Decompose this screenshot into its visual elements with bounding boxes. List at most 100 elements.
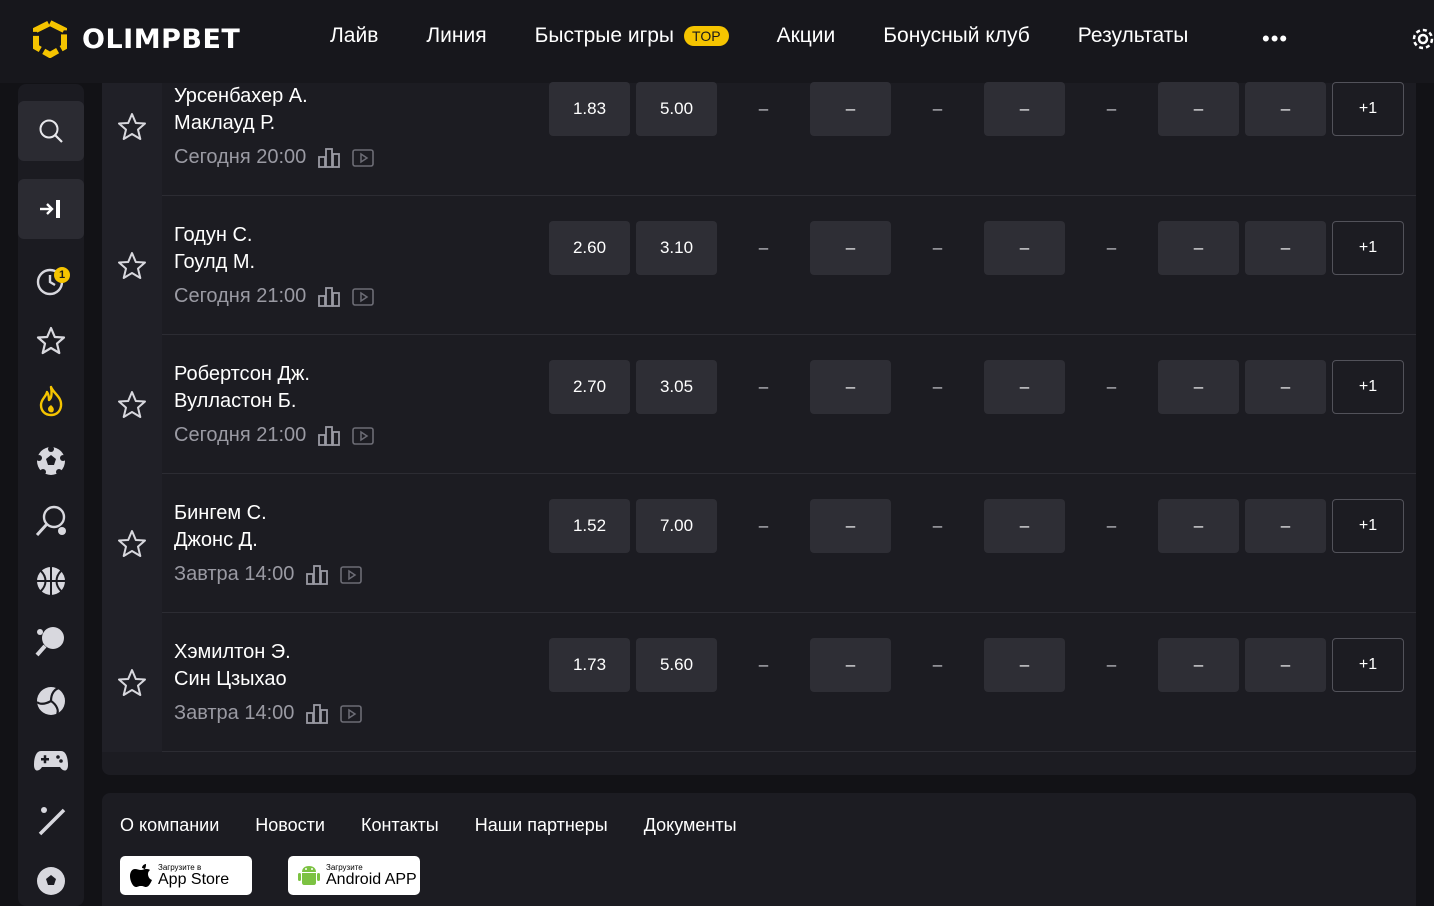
statistics-icon[interactable] — [306, 703, 329, 724]
odds-button[interactable]: – — [1158, 360, 1239, 414]
android-big: Android APP — [326, 871, 417, 888]
tennis-icon — [35, 505, 66, 537]
more-markets-button[interactable]: +1 — [1332, 82, 1404, 136]
favorite-star-button[interactable] — [102, 335, 162, 474]
odds-button[interactable]: – — [984, 499, 1065, 553]
event-time: Сегодня 20:00 — [174, 146, 307, 168]
odds-button[interactable]: 1.83 — [549, 82, 630, 136]
odds-button[interactable]: – — [810, 360, 891, 414]
sidebar-basketball-button[interactable] — [18, 551, 84, 611]
more-markets-button[interactable]: +1 — [1332, 360, 1404, 414]
event-players[interactable]: Робертсон Дж. Вулластон Б. — [174, 361, 310, 415]
olimpbet-logo[interactable]: OLIMPBET — [30, 20, 240, 58]
sidebar-login-button[interactable] — [18, 179, 84, 239]
more-markets-button[interactable]: +1 — [1332, 638, 1404, 692]
more-markets-button[interactable]: +1 — [1332, 221, 1404, 275]
odds-button[interactable]: – — [1245, 82, 1326, 136]
footer-link-about[interactable]: О компании — [120, 815, 219, 836]
odds-button[interactable]: 5.60 — [636, 638, 717, 692]
odds-button[interactable]: – — [984, 638, 1065, 692]
odds-button[interactable]: – — [810, 82, 891, 136]
footer-link-contacts[interactable]: Контакты — [361, 815, 439, 836]
event-row: Бингем С. Джонс Д. Завтра 14:00 1.52 7.00… — [102, 474, 1416, 613]
odds-button[interactable]: 3.10 — [636, 221, 717, 275]
esports-gamepad-icon — [34, 751, 68, 771]
sidebar-search-button[interactable] — [18, 101, 84, 161]
nav-fast-games[interactable]: Быстрые игры TOP — [535, 24, 729, 48]
odds-button[interactable]: – — [1158, 638, 1239, 692]
hockey-icon — [38, 807, 66, 836]
nav-promotions[interactable]: Акции — [777, 24, 836, 48]
soccer-ball-icon — [37, 867, 65, 895]
odds-button[interactable]: – — [1245, 638, 1326, 692]
video-play-icon[interactable] — [352, 148, 375, 167]
sidebar-esports-button[interactable] — [18, 731, 84, 791]
player-1-name: Хэмилтон Э. — [174, 641, 291, 663]
favorite-star-button[interactable] — [102, 474, 162, 613]
odds-button[interactable]: – — [810, 221, 891, 275]
favorite-star-button[interactable] — [102, 196, 162, 335]
sidebar-football-button[interactable] — [18, 431, 84, 491]
sidebar-volleyball-button[interactable] — [18, 671, 84, 731]
nav-results[interactable]: Результаты — [1078, 24, 1189, 48]
odds-button[interactable]: – — [1245, 499, 1326, 553]
odds-button[interactable]: – — [984, 221, 1065, 275]
statistics-icon[interactable] — [318, 286, 341, 307]
statistics-icon[interactable] — [318, 425, 341, 446]
event-row: Робертсон Дж. Вулластон Б. Сегодня 21:00… — [102, 335, 1416, 474]
statistics-icon[interactable] — [318, 147, 341, 168]
sidebar-popular-button[interactable] — [18, 371, 84, 431]
gear-icon[interactable] — [1408, 24, 1434, 54]
video-play-icon[interactable] — [352, 426, 375, 445]
odds-button[interactable]: – — [1245, 360, 1326, 414]
star-icon — [36, 326, 66, 355]
more-menu-button[interactable]: ••• — [1262, 26, 1288, 52]
footer-link-partners[interactable]: Наши партнеры — [475, 815, 608, 836]
footer-link-documents[interactable]: Документы — [644, 815, 737, 836]
sidebar-table-tennis-button[interactable] — [18, 611, 84, 671]
statistics-icon[interactable] — [306, 564, 329, 585]
nav-results-label: Результаты — [1077, 24, 1189, 47]
sidebar-live-button[interactable]: 1 — [18, 251, 84, 311]
sidebar-favorites-button[interactable] — [18, 311, 84, 371]
event-players[interactable]: Хэмилтон Э. Син Цзыхао — [174, 639, 291, 693]
event-players[interactable]: Урсенбахер А. Маклауд Р. — [174, 83, 308, 137]
odds-button[interactable]: – — [810, 499, 891, 553]
event-row: Хэмилтон Э. Син Цзыхао Завтра 14:00 1.73… — [102, 613, 1416, 752]
odds-button[interactable]: 1.52 — [549, 499, 630, 553]
video-play-icon[interactable] — [340, 565, 363, 584]
video-play-icon[interactable] — [352, 287, 375, 306]
odds-button[interactable]: – — [984, 360, 1065, 414]
nav-live[interactable]: Лайв — [330, 24, 378, 48]
player-1-name: Бингем С. — [174, 502, 267, 524]
nav-line[interactable]: Линия — [426, 24, 486, 48]
odds-button[interactable]: – — [1158, 499, 1239, 553]
sidebar-hockey-button[interactable] — [18, 791, 84, 851]
odds-button[interactable]: 1.73 — [549, 638, 630, 692]
app-store-button[interactable]: Загрузите в App Store — [120, 856, 252, 895]
odds-button[interactable]: – — [1158, 221, 1239, 275]
odds-button[interactable]: – — [810, 638, 891, 692]
odds-button[interactable]: 3.05 — [636, 360, 717, 414]
favorite-star-button[interactable] — [102, 83, 162, 196]
favorite-star-button[interactable] — [102, 613, 162, 752]
odds-button[interactable]: 2.60 — [549, 221, 630, 275]
volleyball-icon — [36, 686, 65, 715]
odds-button[interactable]: 2.70 — [549, 360, 630, 414]
video-play-icon[interactable] — [340, 704, 363, 723]
nav-bonus-club[interactable]: Бонусный клуб — [883, 24, 1030, 48]
odds-button[interactable]: – — [984, 82, 1065, 136]
odds-button[interactable]: – — [1245, 221, 1326, 275]
android-app-button[interactable]: Загрузите Android APP — [288, 856, 420, 895]
sport-sidebar: 1 — [18, 84, 84, 906]
odds-button[interactable]: 5.00 — [636, 82, 717, 136]
sidebar-soccer-button[interactable] — [18, 851, 84, 906]
odds-button[interactable]: 7.00 — [636, 499, 717, 553]
event-players[interactable]: Бингем С. Джонс Д. — [174, 500, 267, 554]
event-players[interactable]: Годун С. Гоулд М. — [174, 222, 255, 276]
odds-unavailable: – — [932, 377, 943, 396]
odds-button[interactable]: – — [1158, 82, 1239, 136]
sidebar-tennis-button[interactable] — [18, 491, 84, 551]
footer-link-news[interactable]: Новости — [255, 815, 325, 836]
more-markets-button[interactable]: +1 — [1332, 499, 1404, 553]
